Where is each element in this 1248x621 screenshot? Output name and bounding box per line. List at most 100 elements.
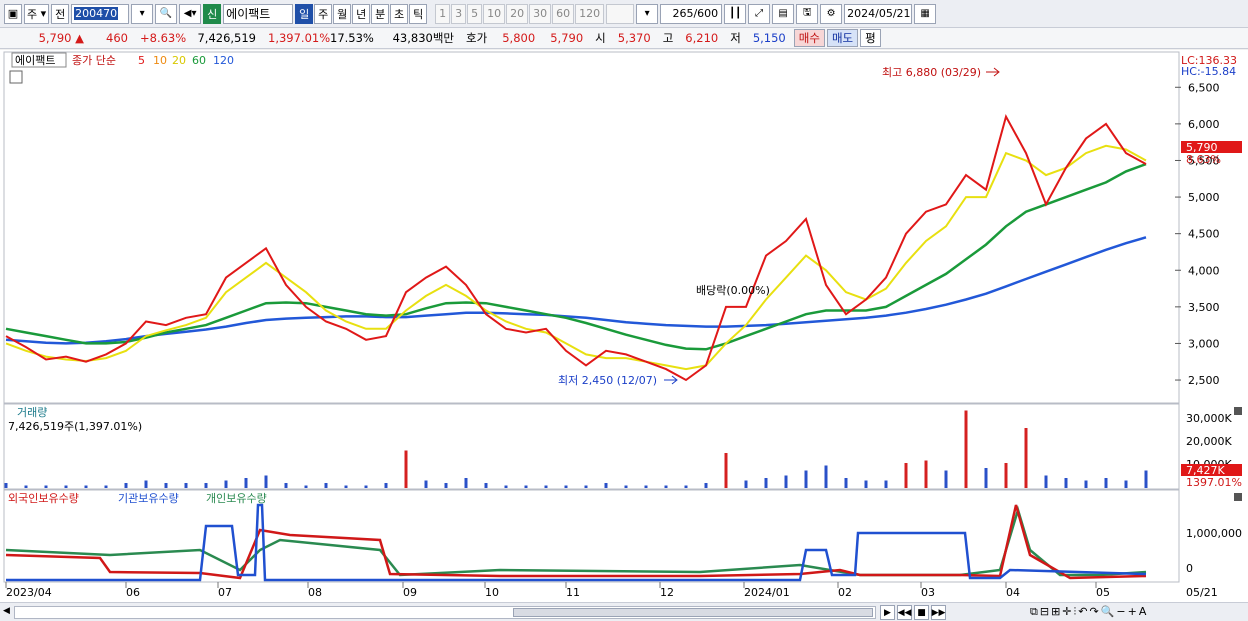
volume-bar-15 [304, 485, 308, 488]
interval-tab-2[interactable]: 5 [467, 3, 483, 24]
volume-panel-frame [3, 403, 1180, 490]
volume-bar-38 [764, 478, 768, 488]
hc-label: HC:-15.84 [1181, 65, 1236, 78]
prev-button[interactable]: 전 [51, 3, 70, 24]
volume-bar-18 [364, 485, 368, 488]
period-tab-1[interactable]: 주 [314, 3, 333, 24]
interval-tab-1[interactable]: 3 [451, 3, 467, 24]
x-tick-3: 08 [308, 586, 322, 599]
fast-forward-icon[interactable]: ▶▶ [931, 605, 946, 620]
settings-gear-icon[interactable]: ⚙ [820, 3, 843, 24]
interval-tab-6[interactable]: 60 [552, 3, 575, 24]
x-tick-0: 2023/04 [6, 586, 52, 599]
low-price: 5,150 [752, 31, 786, 45]
period-tab-2[interactable]: 월 [333, 3, 352, 24]
volume-bar-19 [384, 483, 388, 488]
period-tab-0[interactable]: 일 [295, 3, 314, 24]
legend-prefix: 종가 단순 [72, 54, 116, 67]
period-tab-6[interactable]: 틱 [409, 3, 428, 24]
volume-bar-2 [44, 485, 48, 488]
period-tab-3[interactable]: 년 [352, 3, 371, 24]
ask-label: 호가 [466, 31, 488, 45]
chart-area[interactable]: 6,500 6,000 5,500 5,000 4,500 4,000 3,500 3,000… [0, 50, 1248, 602]
current-volume-rate: 1397.01% [1186, 476, 1242, 489]
current-rate-label: 8.63% [1186, 153, 1221, 166]
stop-icon[interactable]: ■ [914, 605, 929, 620]
volume-bar-6 [124, 483, 128, 488]
legend-stock-name: 에이팩트 [15, 54, 55, 67]
volume-bar-22 [444, 483, 448, 488]
price-tick-8: 2,500 [1188, 374, 1220, 387]
period-tabs: 일주월년분초틱 [295, 3, 428, 24]
stock-name-field[interactable]: 에이팩트 [223, 3, 294, 24]
window-tile-icon[interactable]: ⧉ [1030, 605, 1038, 619]
zoom-out-icon[interactable]: − [1116, 605, 1125, 619]
price-chart-svg[interactable]: 6,5006,0005,5005,0004,5004,0003,5003,000… [0, 50, 1248, 602]
layout-icon[interactable]: ▣ [4, 3, 22, 24]
period-tab-5[interactable]: 초 [390, 3, 409, 24]
date-input[interactable]: 2024/05/21 [844, 3, 913, 24]
bar-count-value: 265 [672, 7, 694, 20]
chart-type-icon[interactable]: ⫶ [1074, 605, 1077, 619]
redo-icon[interactable]: ↷ [1089, 605, 1098, 619]
interval-tab-4[interactable]: 20 [506, 3, 529, 24]
code-dropdown-icon[interactable]: ▾ [131, 3, 154, 24]
volume-bar-17 [344, 485, 348, 488]
window-grid-icon[interactable]: ⊞ [1051, 605, 1060, 619]
low-annotation: 최저 2,450 (12/07) [558, 374, 657, 387]
interval-tab-5[interactable]: 30 [529, 3, 552, 24]
volume-bar-21 [424, 480, 428, 488]
interval-tab-7[interactable]: 120 [575, 3, 605, 24]
scroll-thumb[interactable] [513, 608, 873, 617]
bar-count-input[interactable]: 265/600 [660, 3, 723, 24]
interval-tab-0[interactable]: 1 [435, 3, 451, 24]
zoom-in-icon[interactable]: 🔍 [1101, 605, 1115, 619]
volume-bar-51 [1024, 428, 1028, 488]
volume-bar-12 [244, 478, 248, 488]
holders-panel-close-icon[interactable] [1234, 493, 1242, 501]
bottom-scroll-bar: ◀ ▶ ◀◀ ■ ▶▶ ⧉ ⊟ ⊞ ✛ ⫶ ↶ ↷ 🔍 − + A [0, 602, 1248, 621]
rewind-icon[interactable]: ◀◀ [897, 605, 912, 620]
credit-badge[interactable]: 신 [203, 3, 222, 24]
holders-individual-label: 개인보유수량 [206, 492, 267, 505]
speaker-icon[interactable]: ◀▾ [179, 3, 202, 24]
period-type-select[interactable]: 주 ▾ [24, 3, 50, 24]
buy-button[interactable]: 매수 [793, 29, 825, 47]
volume-bar-20 [404, 450, 408, 488]
stock-code-input[interactable]: 200470 [71, 3, 130, 24]
period-tab-4[interactable]: 분 [371, 3, 390, 24]
candle-type-icon[interactable]: ┃┃ [724, 3, 747, 24]
sell-button[interactable]: 매도 [826, 29, 859, 47]
table-toggle-icon[interactable] [9, 70, 23, 84]
volume-bar-7 [144, 480, 148, 488]
stock-code-value: 200470 [74, 7, 119, 20]
zoom-plus-icon[interactable]: + [1128, 605, 1137, 619]
volume-bar-5 [104, 485, 108, 488]
draw-tool-icon[interactable]: ⤢ [748, 3, 771, 24]
calendar-icon[interactable]: ▦ [914, 3, 937, 24]
volume-panel-close-icon[interactable] [1234, 407, 1242, 415]
legend-ma120: 120 [213, 54, 234, 67]
save-icon[interactable]: 🖫 [796, 3, 819, 24]
undo-icon[interactable]: ↶ [1078, 605, 1087, 619]
volume-bar-3 [64, 485, 68, 488]
crosshair-icon[interactable]: ✛ [1062, 605, 1071, 619]
print-icon[interactable]: ▤ [772, 3, 795, 24]
bid-price: 5,790 [550, 31, 584, 45]
eval-button[interactable]: 평 [860, 29, 881, 47]
volume-bar-28 [564, 485, 568, 488]
scroll-right-icon[interactable]: ▶ [880, 605, 895, 620]
volume-bar-40 [804, 470, 808, 488]
turnover-rate: 17.53% [330, 31, 374, 45]
interval-custom[interactable] [606, 3, 635, 24]
volume-value: 7,426,519 [197, 31, 256, 45]
search-icon[interactable]: 🔍 [155, 3, 178, 24]
scroll-left-icon[interactable]: ◀ [3, 606, 10, 616]
volume-bar-8 [164, 483, 168, 488]
chart-scrollbar[interactable] [14, 606, 876, 619]
text-size-icon[interactable]: A [1139, 605, 1147, 619]
interval-tab-3[interactable]: 10 [483, 3, 506, 24]
window-split-icon[interactable]: ⊟ [1040, 605, 1049, 619]
interval-dropdown-icon[interactable]: ▾ [636, 3, 659, 24]
legend-ma5: 5 [138, 54, 145, 67]
